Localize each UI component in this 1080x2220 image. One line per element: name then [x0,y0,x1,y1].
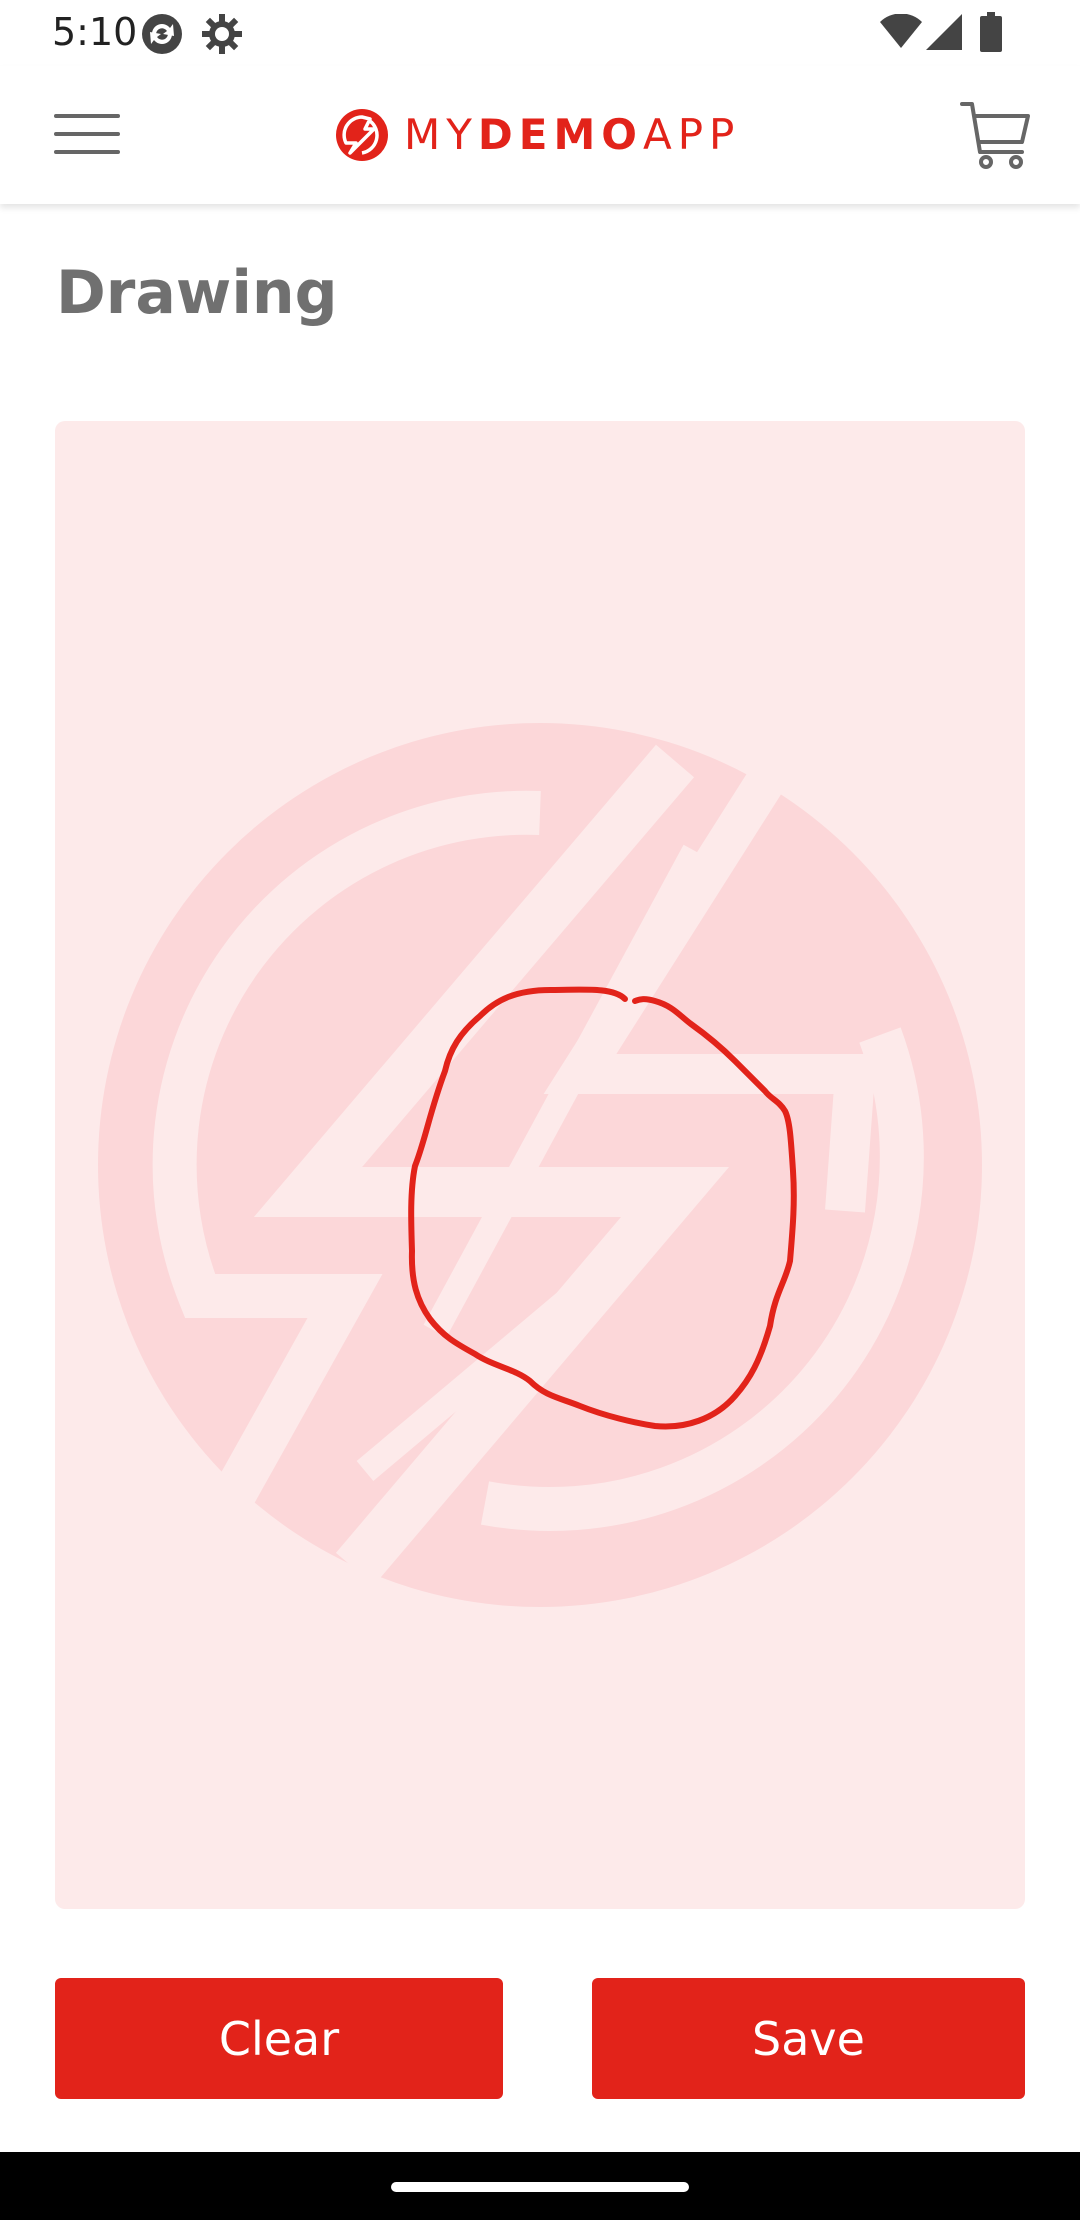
logo-wordmark: MYDEMOAPP [404,110,741,159]
clear-button[interactable]: Clear [55,1978,503,2099]
logo-bolt-icon [336,109,388,161]
cart-icon [960,102,1030,169]
app-logo: MYDEMOAPP [334,104,740,166]
battery-icon [980,12,1002,56]
drawing-canvas[interactable] [55,421,1025,1909]
settings-gear-icon [200,12,244,60]
drawing-screen: 5:10 MYDEMOAPP Drawing Clear Save [0,0,1080,2220]
app-header: MYDEMOAPP [0,66,1080,204]
watermark-logo-icon [98,723,982,1607]
cell-signal-icon [926,14,962,54]
system-navigation-bar [0,2152,1080,2220]
status-bar: 5:10 [0,0,1080,66]
sync-icon [140,12,184,60]
page-title: Drawing [56,258,338,328]
wifi-icon [880,13,922,54]
menu-button[interactable] [50,106,124,162]
canvas-surface [98,723,982,1607]
cart-button[interactable] [958,100,1032,170]
status-time: 5:10 [52,10,138,54]
home-indicator[interactable] [391,2182,689,2192]
save-button[interactable]: Save [592,1978,1025,2099]
